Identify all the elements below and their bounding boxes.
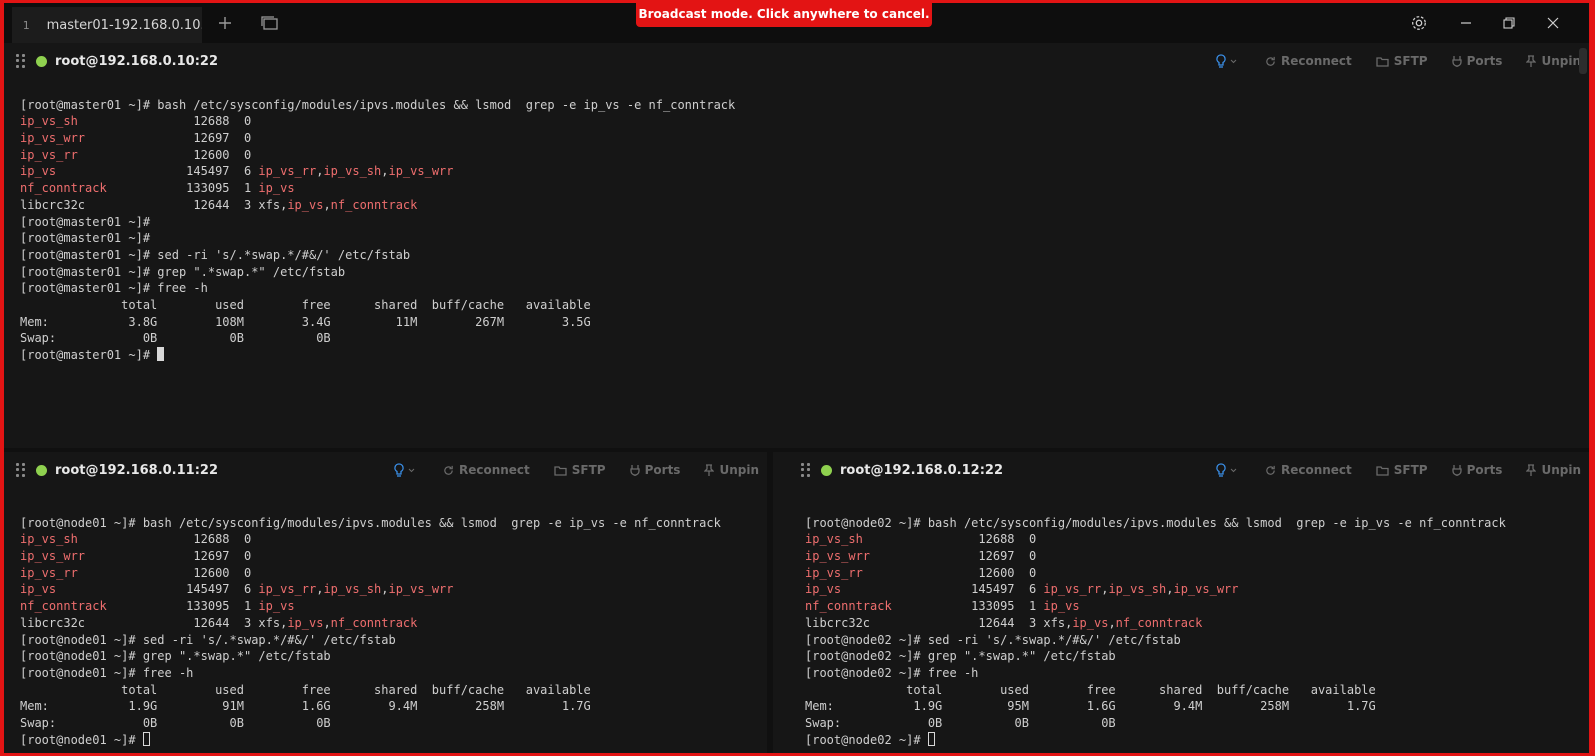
terminal-line: [root@node01 ~]# bash /etc/sysconfig/mod… [20,515,721,530]
bulb-icon[interactable] [1216,54,1237,68]
unpin-button[interactable]: Unpin [1526,54,1581,68]
terminal-line: Swap: 0B 0B 0B [20,715,331,730]
terminal-line: [root@master01 ~]# free -h [20,281,208,296]
terminal-line: [root@node02 ~]# sed -ri 's/.*swap.*/#&/… [805,632,1181,647]
terminal-line: nf_conntrack 133095 1 ip_vs [20,181,295,196]
reconnect-button[interactable]: Reconnect [1265,54,1352,68]
pane-title: root@192.168.0.12:22 [840,462,1004,478]
terminal-line: libcrc32c 12644 3 xfs,ip_vs,nf_conntrack [805,615,1203,630]
minimize-icon[interactable] [1454,11,1478,35]
terminal-line: [root@node01 ~]# [20,731,721,749]
terminal-line: total used free shared buff/cache availa… [20,297,591,312]
terminal-cursor [927,731,935,746]
terminal-line: libcrc32c 12644 3 xfs,ip_vs,nf_conntrack [20,615,418,630]
terminal-line: ip_vs 145497 6 ip_vs_rr,ip_vs_sh,ip_vs_w… [805,582,1239,597]
tab-overview-icon[interactable] [259,12,281,34]
terminal-line: ip_vs_wrr 12697 0 [20,131,252,146]
terminal-line: libcrc32c 12644 3 xfs,ip_vs,nf_conntrack [20,197,418,212]
terminal-line: [root@node02 ~]# [805,731,1506,749]
sftp-button[interactable]: SFTP [1376,463,1428,477]
bulb-icon[interactable] [1216,463,1237,477]
terminal-line: ip_vs_wrr 12697 0 [20,549,252,564]
terminal-line: [root@node01 ~]# free -h [20,665,194,680]
connection-status-dot [36,55,47,67]
terminal-line: [root@master01 ~]# sed -ri 's/.*swap.*/#… [20,247,411,262]
terminal-line: total used free shared buff/cache availa… [20,682,591,697]
terminal-line: nf_conntrack 133095 1 ip_vs [805,599,1080,614]
terminal-line: nf_conntrack 133095 1 ip_vs [20,599,295,614]
terminal-line: ip_vs_sh 12688 0 [20,114,252,129]
terminal-cursor [157,347,165,361]
terminal-output[interactable]: [root@node02 ~]# bash /etc/sysconfig/mod… [805,498,1506,748]
unpin-button[interactable]: Unpin [1526,463,1581,477]
terminal-line: Mem: 1.9G 91M 1.6G 9.4M 258M 1.7G [20,699,591,714]
terminal-line: [root@node01 ~]# grep ".*swap.*" /etc/fs… [20,649,331,664]
terminal-output[interactable]: [root@master01 ~]# bash /etc/sysconfig/m… [20,80,735,364]
terminal-line: ip_vs 145497 6 ip_vs_rr,ip_vs_sh,ip_vs_w… [20,582,454,597]
broadcast-banner[interactable]: Broadcast mode. Click anywhere to cancel… [636,0,932,27]
terminal-line: Swap: 0B 0B 0B [20,331,331,346]
pane-actions: Reconnect SFTP Ports Unpin [1216,452,1581,488]
sftp-button[interactable]: SFTP [1376,54,1428,68]
terminal-output[interactable]: [root@node01 ~]# bash /etc/sysconfig/mod… [20,498,721,748]
drag-handle-icon[interactable] [16,54,28,68]
drag-handle-icon[interactable] [16,463,28,477]
tab-title: master01-192.168.0.10... [46,17,202,33]
ports-button[interactable]: Ports [1451,54,1502,68]
pane-node01[interactable]: root@192.168.0.11:22 Reconnect SFTP Port… [4,452,767,753]
terminal-line: Mem: 1.9G 95M 1.6G 9.4M 258M 1.7G [805,699,1376,714]
terminal-line: [root@master01 ~]# grep ".*swap.*" /etc/… [20,264,346,279]
tab-master01[interactable]: 1 master01-192.168.0.10... [12,7,202,43]
connection-status-dot [36,464,47,476]
pane-node02[interactable]: root@192.168.0.12:22 Reconnect SFTP Port… [773,452,1589,753]
restore-icon[interactable] [1497,11,1521,35]
pane-title: root@192.168.0.10:22 [55,53,219,69]
terminal-line: Mem: 3.8G 108M 3.4G 11M 267M 3.5G [20,314,591,329]
new-tab-icon[interactable] [214,12,236,34]
tab-index: 1 [22,18,30,32]
terminal-line: ip_vs_rr 12600 0 [805,565,1037,580]
scrollbar[interactable] [1579,48,1587,74]
settings-gear-icon[interactable] [1407,11,1431,35]
terminal-line: [root@node01 ~]# sed -ri 's/.*swap.*/#&/… [20,632,396,647]
drag-handle-icon[interactable] [801,463,813,477]
terminal-line: ip_vs_sh 12688 0 [20,532,252,547]
ports-button[interactable]: Ports [629,463,680,477]
terminal-line: [root@master01 ~]# [20,347,735,364]
reconnect-button[interactable]: Reconnect [1265,463,1352,477]
pane-title: root@192.168.0.11:22 [55,462,219,478]
unpin-button[interactable]: Unpin [704,463,759,477]
connection-status-dot [821,464,832,476]
ports-button[interactable]: Ports [1451,463,1502,477]
terminal-line: Swap: 0B 0B 0B [805,715,1116,730]
terminal-line: [root@master01 ~]# [20,214,151,229]
terminal-line: [root@master01 ~]# bash /etc/sysconfig/m… [20,97,736,112]
terminal-line: ip_vs_rr 12600 0 [20,565,252,580]
bulb-icon[interactable] [394,463,415,477]
terminal-cursor [142,731,150,746]
sftp-button[interactable]: SFTP [554,463,606,477]
reconnect-button[interactable]: Reconnect [443,463,530,477]
terminal-line: [root@master01 ~]# [20,231,151,246]
close-icon[interactable] [1541,11,1565,35]
terminal-line: [root@node02 ~]# bash /etc/sysconfig/mod… [805,515,1506,530]
terminal-line: ip_vs_sh 12688 0 [805,532,1037,547]
pane-actions: Reconnect SFTP Ports Unpin [1216,43,1581,79]
terminal-line: total used free shared buff/cache availa… [805,682,1376,697]
terminal-line: ip_vs 145497 6 ip_vs_rr,ip_vs_sh,ip_vs_w… [20,164,454,179]
terminal-line: ip_vs_wrr 12697 0 [805,549,1037,564]
terminal-line: [root@node02 ~]# free -h [805,665,979,680]
pane-master01[interactable]: root@192.168.0.10:22 Reconnect SFTP Port… [4,43,1589,448]
terminal-line: [root@node02 ~]# grep ".*swap.*" /etc/fs… [805,649,1116,664]
pane-actions: Reconnect SFTP Ports Unpin [394,452,759,488]
terminal-line: ip_vs_rr 12600 0 [20,147,252,162]
